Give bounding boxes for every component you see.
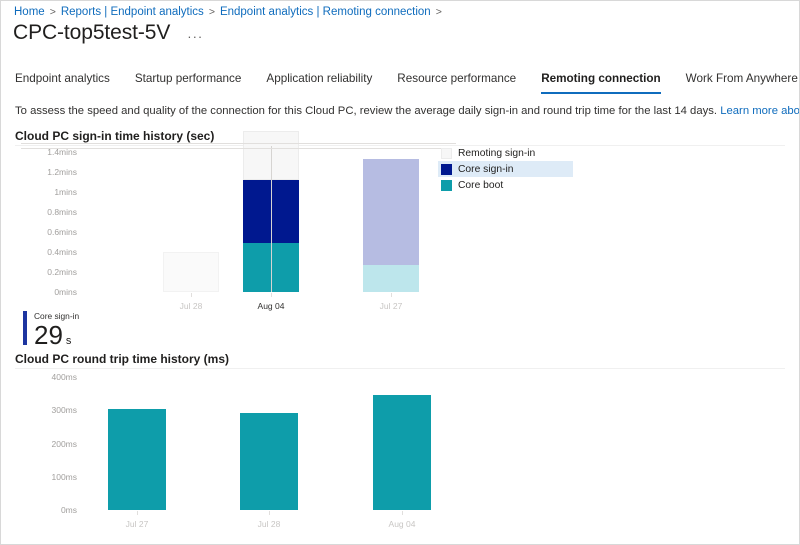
tab-application-reliability[interactable]: Application reliability xyxy=(266,69,372,94)
bar-segment xyxy=(163,252,219,292)
breadcrumb-item-home[interactable]: Home xyxy=(14,5,45,19)
tab-endpoint-analytics[interactable]: Endpoint analytics xyxy=(15,69,110,94)
tab-resource-performance[interactable]: Resource performance xyxy=(397,69,516,94)
breadcrumb-separator-icon: > xyxy=(49,6,56,18)
bar-column[interactable] xyxy=(108,408,166,510)
legend-label: Remoting sign-in xyxy=(458,147,536,159)
signin-chart-plot: 1.4mins 1.2mins 1mins 0.8mins 0.6mins 0.4mins… xyxy=(15,131,785,311)
bar-column[interactable] xyxy=(163,145,219,292)
kpi-text: Core sign-in 29 s xyxy=(34,311,79,349)
x-axis-tick-label: Jul 28 xyxy=(257,519,281,529)
x-axis-tick-label: Jul 27 xyxy=(125,519,149,529)
y-axis-tick-label: 0.6mins xyxy=(47,227,77,237)
core-signin-kpi: Core sign-in 29 s xyxy=(23,311,79,349)
x-axis-tick-mark xyxy=(137,511,138,515)
kpi-value-row: 29 s xyxy=(34,322,79,349)
legend-swatch-icon xyxy=(441,147,452,159)
legend-swatch-icon xyxy=(441,163,452,175)
breadcrumb-item-reports[interactable]: Reports | Endpoint analytics xyxy=(61,5,204,19)
y-axis-tick-label: 0mins xyxy=(54,287,77,297)
breadcrumb-item-remoting-connection[interactable]: Endpoint analytics | Remoting connection xyxy=(220,5,431,19)
roundtrip-axis-baseline xyxy=(21,143,456,144)
x-axis-tick-mark xyxy=(269,511,270,515)
kpi-accent-bar xyxy=(23,311,27,345)
kpi-value: 29 xyxy=(34,320,63,350)
legend-item-core-signin[interactable]: Core sign-in xyxy=(438,161,573,177)
more-options-icon[interactable]: ··· xyxy=(184,29,206,44)
tab-bar: Endpoint analytics Startup performance A… xyxy=(1,69,799,97)
tab-remoting-connection[interactable]: Remoting connection xyxy=(541,69,661,94)
bar-segment xyxy=(363,159,419,265)
y-axis-tick-label: 0.8mins xyxy=(47,207,77,217)
page-title: CPC-top5test-5V xyxy=(13,21,171,44)
legend-label: Core sign-in xyxy=(458,163,514,175)
signin-y-axis: 1.4mins 1.2mins 1mins 0.8mins 0.6mins 0.4mins… xyxy=(15,145,77,307)
kpi-unit: s xyxy=(65,335,72,347)
legend-item-core-boot[interactable]: Core boot xyxy=(438,177,588,193)
y-axis-tick-label: 0.2mins xyxy=(47,267,77,277)
title-row: CPC-top5test-5V ··· xyxy=(13,21,206,45)
page-root: Home > Reports | Endpoint analytics > En… xyxy=(0,0,800,545)
x-axis-tick-label: Jul 28 xyxy=(179,301,203,311)
chart-top-divider xyxy=(15,368,785,369)
x-axis-tick-mark xyxy=(391,293,392,297)
legend-label: Core boot xyxy=(458,179,504,191)
bar-segment xyxy=(363,265,419,292)
x-axis-tick-mark xyxy=(402,511,403,515)
x-axis-tick-label: Aug 04 xyxy=(257,301,285,311)
y-axis-tick-label: 1.2mins xyxy=(47,167,77,177)
x-axis-tick-label: Aug 04 xyxy=(388,519,416,529)
chart-legend: Remoting sign-in Core sign-in Core boot xyxy=(438,145,588,193)
roundtrip-y-axis: 400ms 300ms 200ms 100ms 0ms xyxy=(15,368,77,528)
hover-indicator-line xyxy=(271,146,272,292)
signin-chart-title: Cloud PC sign-in time history (sec) xyxy=(15,129,215,143)
bar-column[interactable] xyxy=(363,145,419,292)
y-axis-tick-label: 400ms xyxy=(51,372,77,382)
breadcrumb-separator-icon: > xyxy=(208,6,215,18)
y-axis-tick-label: 0ms xyxy=(60,505,77,515)
legend-item-remoting-signin[interactable]: Remoting sign-in xyxy=(438,145,588,161)
description-body: To assess the speed and quality of the c… xyxy=(15,105,718,117)
x-axis-tick-mark xyxy=(191,293,192,297)
y-axis-tick-label: 100ms xyxy=(51,471,77,482)
roundtrip-chart-plot: 400ms 300ms 200ms 100ms 0ms Jul 27 Jul 28 Aug … xyxy=(15,368,785,529)
y-axis-tick-label: 300ms xyxy=(51,405,77,416)
bar-column[interactable] xyxy=(240,412,298,510)
y-axis-tick-label: 200ms xyxy=(51,438,77,449)
learn-more-link[interactable]: Learn more about monitoring remoting con… xyxy=(720,105,799,117)
bar-column[interactable] xyxy=(373,395,431,510)
breadcrumb-separator-icon: > xyxy=(435,6,442,18)
breadcrumb: Home > Reports | Endpoint analytics > En… xyxy=(14,5,447,19)
tab-work-from-anywhere[interactable]: Work From Anywhere xyxy=(686,69,798,94)
x-axis-tick-mark xyxy=(271,293,272,297)
tab-startup-performance[interactable]: Startup performance xyxy=(135,69,242,94)
legend-swatch-icon xyxy=(441,179,452,191)
description-text: To assess the speed and quality of the c… xyxy=(15,104,799,119)
y-axis-tick-label: 1mins xyxy=(54,187,77,197)
signin-axis-baseline xyxy=(21,148,446,149)
x-axis-tick-label: Jul 27 xyxy=(379,301,403,311)
y-axis-tick-label: 0.4mins xyxy=(47,247,77,257)
roundtrip-chart-title: Cloud PC round trip time history (ms) xyxy=(15,352,230,366)
